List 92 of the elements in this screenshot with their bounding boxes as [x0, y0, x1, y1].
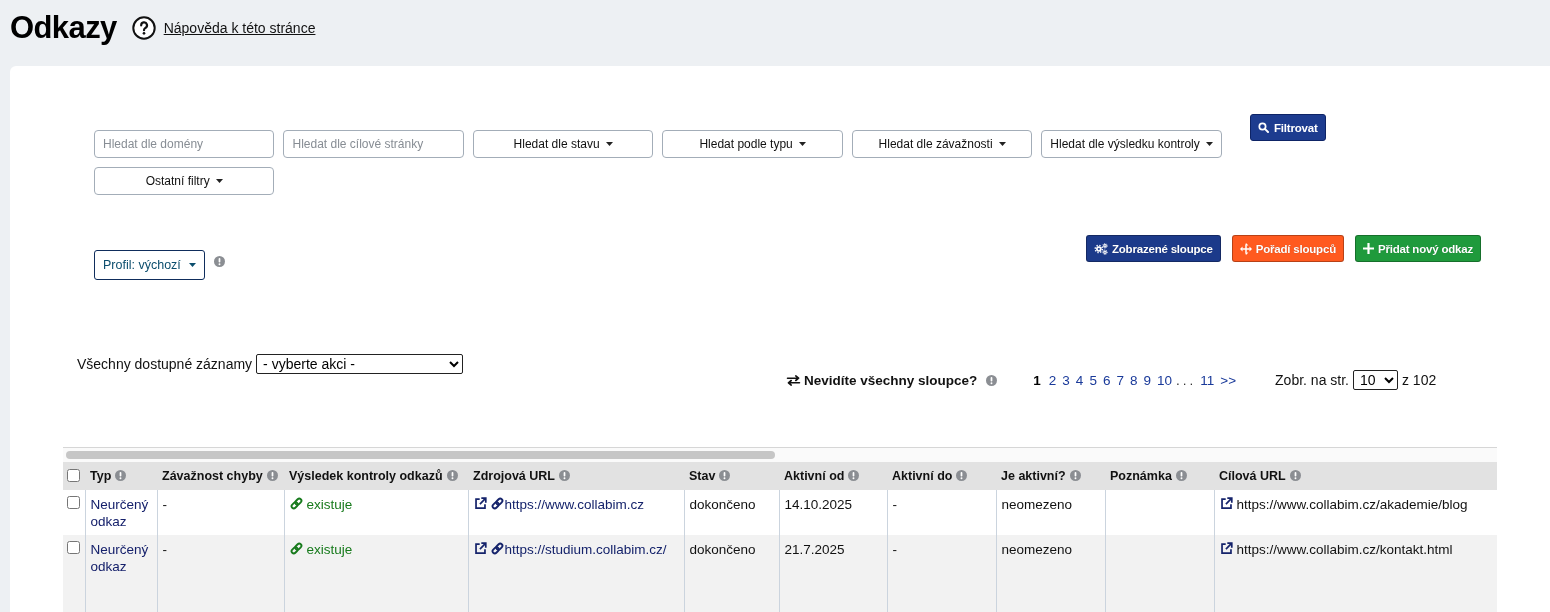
help-icon	[131, 16, 156, 40]
link-icon	[490, 497, 504, 510]
gears-icon	[1093, 242, 1108, 255]
info-icon	[986, 374, 998, 386]
info-icon	[446, 470, 458, 481]
column-header: Zdrojová URL	[473, 469, 555, 483]
page-link[interactable]: 5	[1089, 372, 1097, 388]
total-count: z 102	[1402, 372, 1437, 388]
page-link[interactable]: 7	[1116, 372, 1124, 388]
check-result-text: existuje	[306, 497, 353, 512]
info-icon	[213, 256, 225, 267]
link-type-link[interactable]: Neurčený odkaz	[90, 496, 152, 530]
table-cell: 21.7.2025	[779, 535, 887, 612]
page-link[interactable]: 11	[1200, 372, 1215, 388]
external-link-icon	[473, 542, 487, 555]
filter-dropdown[interactable]: Ostatní filtry	[94, 167, 275, 195]
target-url-link[interactable]: https://www.collabim.cz/kontakt.html	[1236, 542, 1453, 557]
link-icon	[289, 542, 303, 555]
search-icon	[1258, 122, 1269, 133]
columns-button[interactable]: Zobrazené sloupce	[1085, 235, 1221, 262]
per-page-select[interactable]: 10	[1353, 370, 1398, 390]
swap-arrows-icon	[786, 374, 801, 386]
scrollbar-thumb[interactable]	[66, 451, 775, 459]
column-header: Výsledek kontroly odkazů	[289, 469, 443, 483]
table-cell: -	[157, 535, 284, 612]
hidden-columns-hint: Nevidíte všechny sloupce?	[804, 372, 978, 388]
column-header: Cílová URL	[1219, 469, 1286, 483]
link-icon	[289, 497, 303, 510]
source-url-link[interactable]: https://www.collabim.cz	[504, 497, 645, 512]
column-header: Typ	[90, 469, 112, 483]
page-link[interactable]: 1	[1033, 372, 1041, 388]
caret-icon	[188, 263, 196, 267]
column-header: Poznámka	[1110, 469, 1172, 483]
info-icon	[848, 470, 860, 481]
page-link[interactable]: 9	[1143, 372, 1151, 388]
caret-icon	[605, 142, 613, 146]
pagination-ellipsis: ...	[1176, 372, 1197, 388]
help-link[interactable]: Nápověda k této stránce	[163, 20, 316, 36]
add-link-button[interactable]: Přidat nový odkaz	[1355, 235, 1481, 262]
records-label: Všechny dostupné záznamy	[77, 356, 253, 372]
column-header: Aktivní od	[784, 469, 845, 483]
search-field[interactable]: Hledat dle domény	[94, 130, 275, 158]
plus-icon	[1363, 243, 1374, 254]
filter-dropdown[interactable]: Hledat dle závažnosti	[851, 130, 1033, 158]
external-link-icon	[1219, 542, 1233, 555]
profile-dropdown[interactable]: Profil: výchozí	[94, 250, 205, 280]
row-checkbox[interactable]	[67, 541, 80, 554]
info-icon	[719, 470, 731, 481]
horizontal-scrollbar[interactable]	[63, 447, 1497, 462]
table-cell: neomezeno	[996, 535, 1105, 612]
column-header: Aktivní do	[892, 469, 953, 483]
page-title: Odkazy	[10, 10, 117, 46]
caret-icon	[998, 142, 1006, 146]
target-url-link[interactable]: https://www.collabim.cz/akademie/blog	[1236, 497, 1468, 512]
filter-dropdown[interactable]: Hledat podle typu	[662, 130, 843, 158]
search-field[interactable]: Hledat dle cílové stránky	[283, 130, 464, 158]
external-link-icon	[1219, 497, 1233, 510]
info-icon	[956, 470, 968, 481]
info-icon	[1289, 470, 1301, 481]
column-header: Závažnost chyby	[162, 469, 263, 483]
check-result-text: existuje	[306, 542, 353, 557]
link-type-link[interactable]: Neurčený odkaz	[90, 541, 152, 575]
caret-icon	[1205, 142, 1213, 146]
page-link[interactable]: 8	[1129, 372, 1138, 388]
external-link-icon	[473, 497, 487, 510]
caret-icon	[798, 142, 806, 146]
column-header: Stav	[689, 469, 716, 483]
page-link[interactable]: 3	[1062, 372, 1070, 388]
filter-button[interactable]: Filtrovat	[1250, 114, 1326, 141]
next-page-link[interactable]: >>	[1220, 372, 1237, 388]
source-url-link[interactable]: https://studium.collabim.cz/	[504, 542, 667, 557]
info-icon	[1069, 470, 1081, 481]
move-arrows-icon	[1239, 242, 1252, 255]
per-page-label: Zobr. na str.	[1275, 372, 1349, 388]
page-link[interactable]: 4	[1075, 372, 1084, 388]
column-header: Je aktivní?	[1001, 469, 1066, 483]
caret-icon	[215, 179, 223, 183]
filter-dropdown[interactable]: Hledat dle stavu	[472, 130, 654, 158]
page-link[interactable]: 6	[1102, 372, 1111, 388]
row-checkbox[interactable]	[67, 496, 80, 509]
link-icon	[490, 542, 504, 555]
page-link[interactable]: 2	[1048, 372, 1057, 388]
page-link[interactable]: 10	[1156, 372, 1172, 388]
bulk-action-select[interactable]: - vyberte akci -	[256, 354, 464, 374]
info-icon	[266, 470, 278, 481]
info-icon	[558, 470, 570, 481]
select-all-checkbox[interactable]	[67, 469, 80, 482]
info-icon	[1175, 470, 1187, 481]
table-cell: dokončeno	[684, 535, 779, 612]
info-icon	[115, 470, 127, 481]
table-cell: -	[887, 535, 996, 612]
filter-dropdown[interactable]: Hledat dle výsledku kontroly	[1041, 130, 1222, 158]
